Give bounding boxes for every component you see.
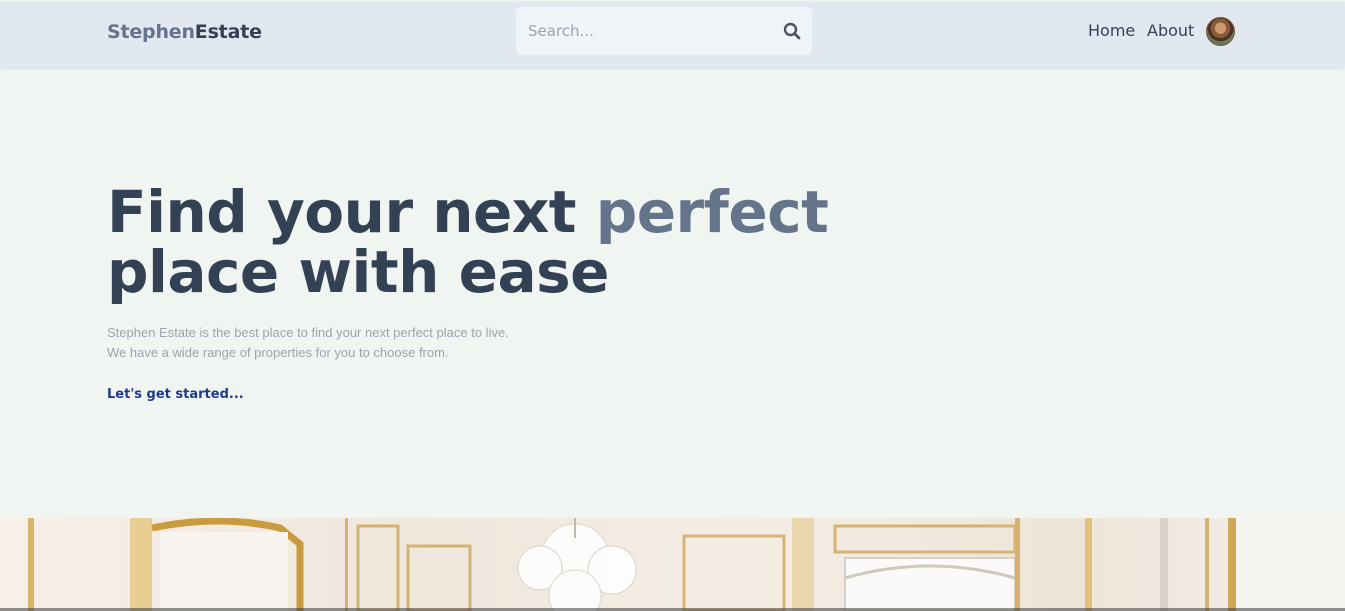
search-icon[interactable]: [783, 22, 801, 40]
search-bar: [516, 7, 812, 55]
search-input[interactable]: [528, 7, 768, 55]
nav-home-link[interactable]: Home: [1088, 21, 1135, 40]
logo[interactable]: StephenEstate: [107, 21, 262, 43]
hero-title: Find your next perfect place with ease: [107, 182, 829, 302]
hero-title-part1: Find your next: [107, 178, 596, 246]
get-started-link[interactable]: Let's get started...: [107, 387, 244, 402]
hero-title-accent: perfect: [595, 178, 829, 246]
logo-part-stephen: Stephen: [107, 21, 195, 43]
hero-title-part2: place with ease: [107, 238, 609, 306]
logo-part-estate: Estate: [194, 21, 262, 43]
hero-description: Stephen Estate is the best place to find…: [107, 323, 509, 363]
hero-interior-photo: [0, 518, 1345, 611]
user-avatar[interactable]: [1206, 17, 1235, 46]
header: StephenEstate Home About: [0, 2, 1345, 67]
nav-about-link[interactable]: About: [1147, 21, 1194, 40]
hero-description-line2: We have a wide range of properties for y…: [107, 345, 449, 360]
hero-description-line1: Stephen Estate is the best place to find…: [107, 325, 509, 340]
